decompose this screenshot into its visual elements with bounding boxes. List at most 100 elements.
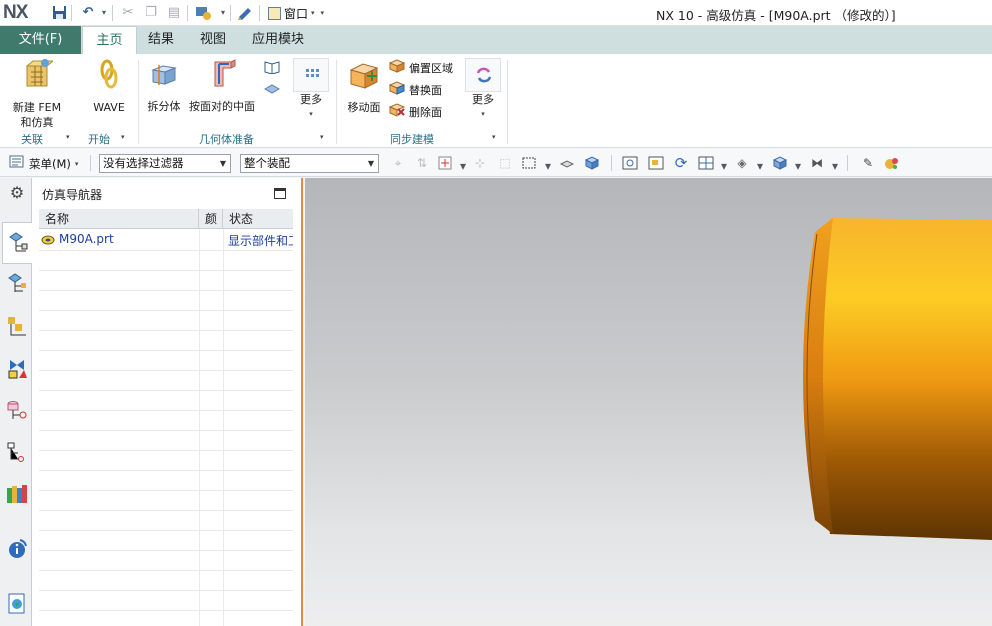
wave-button[interactable]: WAVE (88, 58, 130, 115)
row-divider (39, 250, 293, 251)
scope-select[interactable]: 整个装配 ▼ (240, 154, 379, 173)
window-menu[interactable]: 窗口 ▾ ▾ (268, 4, 324, 22)
tab-results[interactable]: 结果 (139, 26, 183, 54)
menu-label: 菜单(M) (29, 156, 71, 171)
row-divider (39, 590, 293, 591)
zoom-icon[interactable] (648, 155, 664, 171)
assembly-navigator-icon[interactable] (6, 315, 28, 337)
pick-face-icon[interactable]: ⬚ (497, 155, 513, 171)
touch-mode-icon[interactable] (195, 5, 211, 21)
undo-dropdown-icon[interactable]: ▾ (96, 5, 112, 21)
row-divider (39, 330, 293, 331)
customize-icon[interactable]: ▾ (321, 9, 325, 17)
window-title: NX 10 - 高级仿真 - [M90A.prt （修改的）] (656, 8, 896, 23)
rotate-icon[interactable]: ⟳ (673, 155, 689, 171)
section-icon[interactable]: ⧓ (809, 155, 825, 171)
constraint-navigator-icon[interactable] (6, 357, 28, 379)
chevron-down-icon[interactable]: ▾ (66, 133, 70, 141)
history-icon[interactable] (6, 592, 28, 614)
web-info-icon[interactable] (6, 537, 28, 559)
maximize-icon[interactable] (274, 188, 286, 199)
chevron-down-icon[interactable]: ▾ (716, 158, 732, 174)
add-point-icon[interactable] (437, 155, 453, 171)
row-divider (39, 510, 293, 511)
part-model (803, 218, 992, 540)
move-face-icon (347, 58, 381, 96)
book-icon[interactable] (264, 60, 280, 75)
separator (611, 155, 612, 171)
nx-logo: NX (3, 2, 28, 23)
new-fem-button[interactable]: 新建 FEM 和仿真 (8, 58, 66, 130)
chevron-down-icon[interactable]: ▾ (455, 158, 471, 174)
body-icon[interactable] (584, 155, 600, 171)
dropdown-icon[interactable]: ▾ (215, 5, 231, 21)
tab-file[interactable]: 文件(F) (0, 26, 81, 54)
delete-face-icon (388, 103, 406, 120)
table-row[interactable]: M90A.prt 显示部件和工 (39, 230, 293, 250)
cut-icon[interactable]: ✂ (120, 5, 136, 21)
part-navigator-icon[interactable] (6, 399, 28, 421)
color-icon[interactable] (884, 155, 900, 171)
row-divider (39, 570, 293, 571)
reuse-library-icon[interactable] (6, 483, 28, 505)
pick-icon[interactable]: ⊹ (472, 155, 488, 171)
move-face-label: 移动面 (347, 101, 381, 114)
column-header-status[interactable]: 状态 (223, 209, 293, 229)
group-separator (336, 60, 337, 144)
save-icon[interactable] (51, 5, 67, 21)
tab-view[interactable]: 视图 (189, 26, 237, 54)
chevron-down-icon[interactable]: ▾ (320, 133, 324, 141)
fem-navigator-icon[interactable] (6, 272, 28, 294)
column-divider (199, 229, 200, 626)
group-label-geometry-prep: 几何体准备 (199, 133, 254, 146)
solid-icon[interactable] (559, 155, 575, 171)
edit-icon[interactable] (237, 5, 253, 21)
column-divider (223, 229, 224, 626)
more-button-sync[interactable]: 更多 ▾ (464, 58, 502, 122)
move-face-button[interactable]: 移动面 (342, 58, 386, 115)
sim-history-icon[interactable] (6, 441, 28, 463)
render-style-icon[interactable]: ◈ (734, 155, 750, 171)
chevron-down-icon[interactable]: ▾ (540, 158, 556, 174)
stitch-icon[interactable] (263, 82, 281, 96)
column-header-name[interactable]: 名称 (39, 209, 199, 229)
copy-icon[interactable]: ❐ (143, 5, 159, 21)
navigator-icon (7, 231, 29, 258)
row-divider (39, 430, 293, 431)
tab-application[interactable]: 应用模块 (244, 26, 312, 54)
gear-icon[interactable]: ⚙ (6, 182, 28, 204)
separator (187, 5, 188, 21)
separator (112, 5, 113, 21)
snap-icon[interactable]: ⌖ (390, 155, 406, 171)
chevron-down-icon: ▾ (74, 159, 79, 168)
midsurface-button[interactable]: 按面对的中面 (186, 58, 258, 114)
type-filter-select[interactable]: 没有选择过滤器 ▼ (99, 154, 231, 173)
chevron-down-icon[interactable]: ▾ (121, 133, 125, 141)
tab-home[interactable]: 主页 (82, 26, 137, 55)
offset-region-icon (388, 59, 406, 76)
graphics-window[interactable] (305, 178, 992, 626)
delete-face-button[interactable]: 删除面 (388, 103, 442, 120)
column-header-color[interactable]: 颜 (199, 209, 223, 229)
tab-simulation-navigator[interactable] (2, 222, 32, 264)
shaded-icon[interactable] (772, 155, 788, 171)
fit-view-icon[interactable] (622, 155, 638, 171)
menu-button[interactable]: 菜单(M) ▾ (9, 155, 78, 172)
orient-view-icon[interactable] (698, 155, 714, 171)
chevron-down-icon[interactable]: ▾ (790, 158, 806, 174)
paste-icon[interactable]: ▤ (166, 5, 182, 21)
more-button-geometry[interactable]: 更多 ▾ (292, 58, 330, 122)
edit-object-icon[interactable]: ✎ (860, 155, 876, 171)
chevron-down-icon[interactable]: ▾ (827, 158, 843, 174)
group-separator (138, 60, 139, 144)
snap-point-icon[interactable]: ⇅ (414, 155, 430, 171)
chevron-down-icon[interactable]: ▾ (492, 133, 496, 141)
fem-icon (21, 58, 55, 94)
undo-icon[interactable]: ↶ (80, 5, 96, 21)
offset-region-button[interactable]: 偏置区域 (388, 59, 453, 76)
row-divider (39, 310, 293, 311)
chevron-down-icon[interactable]: ▾ (752, 158, 768, 174)
rectangle-select-icon[interactable] (521, 155, 537, 171)
split-body-button[interactable]: 拆分体 (143, 60, 185, 114)
replace-face-button[interactable]: 替换面 (388, 81, 442, 98)
